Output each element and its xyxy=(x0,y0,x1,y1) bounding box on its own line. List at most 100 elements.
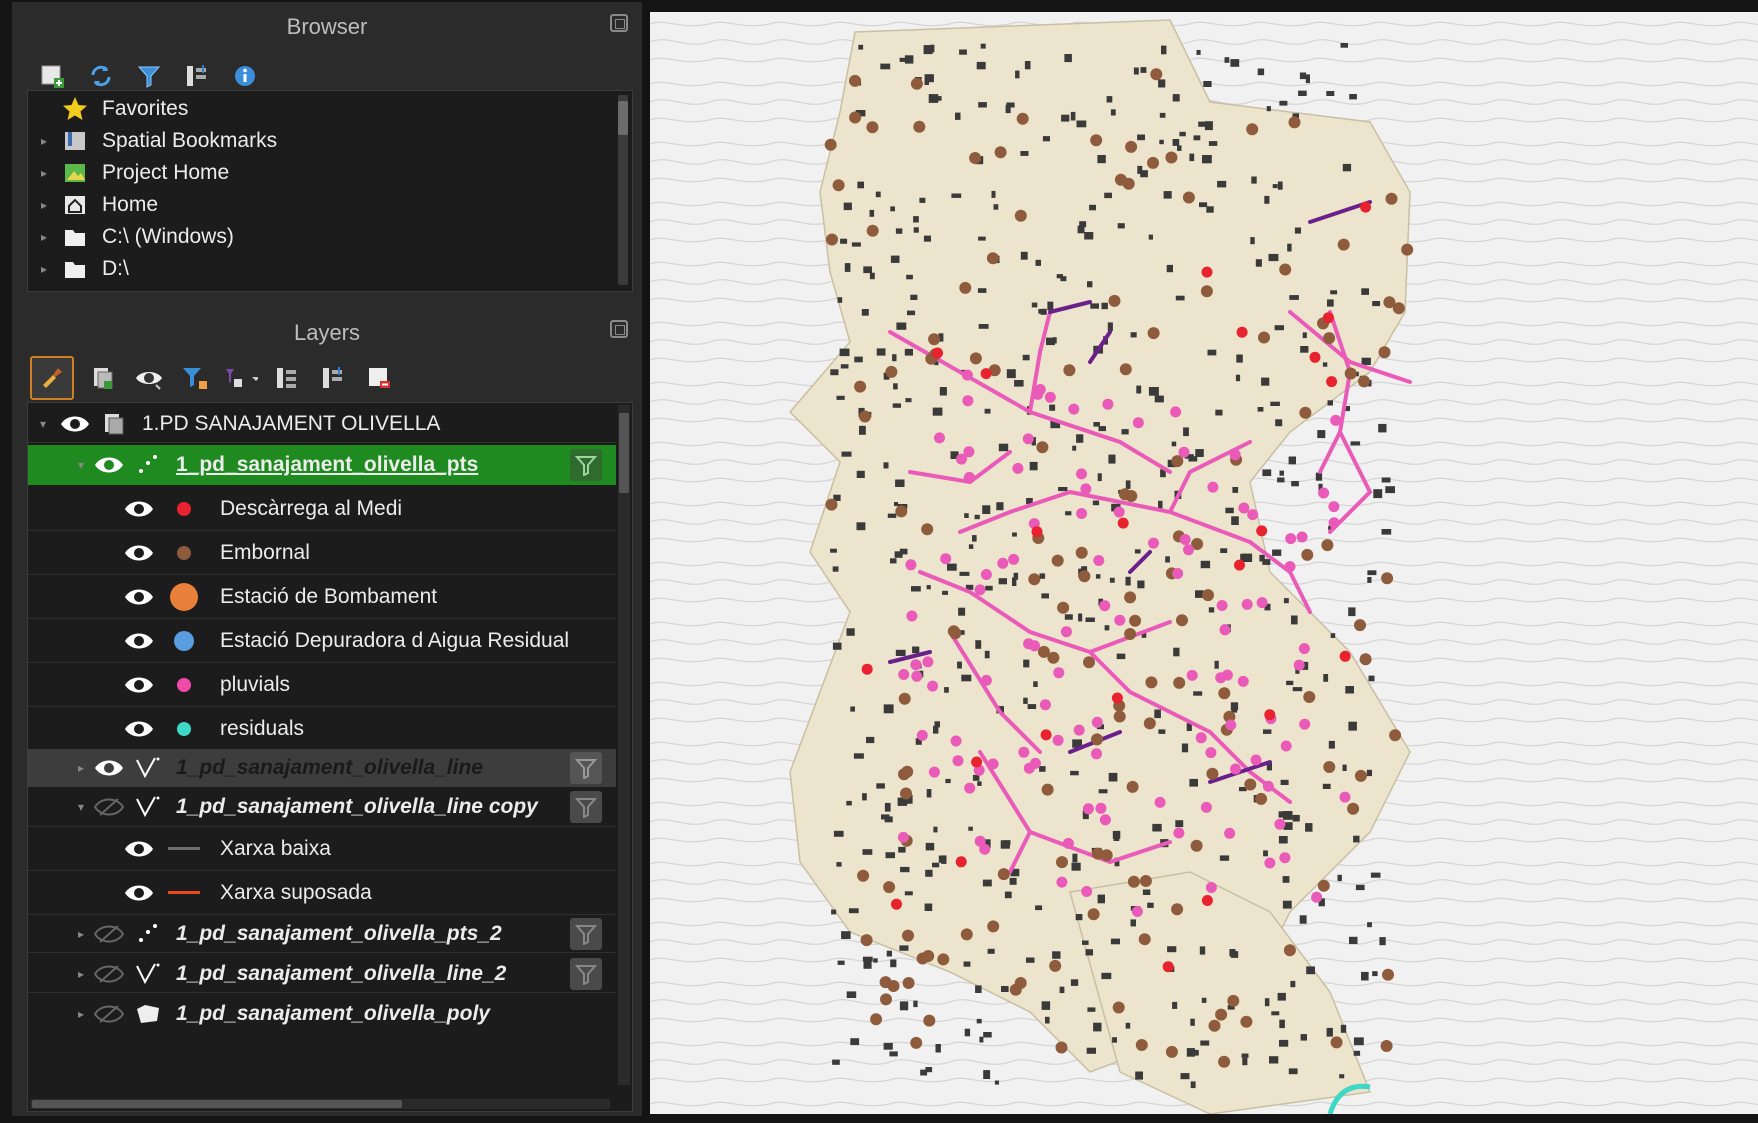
eye-icon[interactable] xyxy=(122,673,156,697)
expand-arrow[interactable]: ▸ xyxy=(28,166,60,180)
expand-arrow[interactable]: ▸ xyxy=(28,967,92,981)
browser-item-project-home[interactable]: ▸ Project Home xyxy=(28,157,632,189)
expand-arrow[interactable]: ▸ xyxy=(28,198,60,212)
building xyxy=(1294,227,1301,234)
expand-arrow[interactable]: ▸ xyxy=(28,761,92,775)
filter-indicator-icon[interactable] xyxy=(570,917,602,950)
undock-icon[interactable] xyxy=(610,14,628,32)
expand-arrow[interactable]: ▾ xyxy=(28,417,58,431)
legend-class-row[interactable]: Descàrrega al Medi xyxy=(28,487,616,531)
expand-arrow[interactable]: ▸ xyxy=(28,1007,92,1021)
remove-layer-icon[interactable] xyxy=(362,361,396,395)
collapse-all-icon[interactable] xyxy=(316,361,350,395)
eye-icon[interactable] xyxy=(92,453,126,477)
filter-expression-icon[interactable] xyxy=(224,361,258,395)
building xyxy=(851,242,861,247)
legend-class-row[interactable]: Xarxa baixa xyxy=(28,827,616,871)
scrollbar-thumb[interactable] xyxy=(619,413,629,493)
eye-icon[interactable] xyxy=(58,412,92,436)
filter-indicator-icon[interactable] xyxy=(570,957,602,990)
browser-item-favorites[interactable]: Favorites xyxy=(28,93,632,125)
pluvial-point xyxy=(1029,757,1041,769)
legend-class-row[interactable]: Embornal xyxy=(28,531,616,575)
building xyxy=(1367,577,1372,583)
layer-row-poly[interactable]: ▸ 1_pd_sanajament_olivella_poly xyxy=(28,995,616,1033)
building xyxy=(951,193,962,198)
add-layer-icon[interactable] xyxy=(36,59,70,93)
building xyxy=(1089,204,1096,211)
expand-arrow[interactable]: ▸ xyxy=(28,927,92,941)
eye-icon[interactable] xyxy=(92,756,126,780)
style-panel-icon[interactable] xyxy=(30,356,74,400)
eye-icon[interactable] xyxy=(122,585,156,609)
expand-arrow[interactable]: ▸ xyxy=(28,262,60,276)
expand-arrow[interactable]: ▸ xyxy=(28,230,60,244)
manhole-point xyxy=(1173,676,1186,689)
legend-class-row[interactable]: Estació Depuradora d Aigua Residual xyxy=(28,619,616,663)
filter-indicator-icon[interactable] xyxy=(570,790,602,823)
browser-item-c-drive[interactable]: ▸ C:\ (Windows) xyxy=(28,221,632,253)
collapse-all-icon[interactable] xyxy=(180,59,214,93)
manhole-point xyxy=(1014,977,1027,989)
legend-class-row[interactable]: residuals xyxy=(28,707,616,751)
expand-all-icon[interactable] xyxy=(270,361,304,395)
layer-tree-hscrollbar[interactable] xyxy=(30,1099,610,1109)
building xyxy=(1087,1007,1096,1012)
building xyxy=(1300,1034,1307,1041)
layer-row-line[interactable]: ▸ 1_pd_sanajament_olivella_line xyxy=(28,749,616,787)
pluvial-point xyxy=(1298,643,1310,655)
layer-tree-scrollbar[interactable] xyxy=(618,405,630,1085)
pluvial-point xyxy=(1262,780,1274,792)
layer-row-line-copy[interactable]: ▾ 1_pd_sanajament_olivella_line copy xyxy=(28,787,616,827)
scrollbar-thumb[interactable] xyxy=(32,1100,402,1108)
eye-icon[interactable] xyxy=(122,837,156,861)
eye-hidden-icon[interactable] xyxy=(92,962,126,986)
manage-visibility-icon[interactable] xyxy=(132,361,166,395)
map-canvas[interactable] xyxy=(650,12,1758,1114)
eye-icon[interactable] xyxy=(122,881,156,905)
building xyxy=(1230,951,1239,958)
undock-icon[interactable] xyxy=(610,320,628,338)
pluvial-point xyxy=(1056,876,1068,888)
browser-scrollbar[interactable] xyxy=(618,95,628,285)
legend-class-row[interactable]: Estació de Bombament xyxy=(28,575,616,619)
building xyxy=(832,642,842,650)
discharge-point xyxy=(1117,517,1129,529)
eye-hidden-icon[interactable] xyxy=(92,795,126,819)
legend-class-row[interactable]: pluvials xyxy=(28,663,616,707)
map-svg[interactable] xyxy=(650,12,1758,1114)
layer-group-row[interactable]: ▾ 1.PD SANAJAMENT OLIVELLA xyxy=(28,405,616,443)
info-icon[interactable] xyxy=(228,59,262,93)
manhole-point xyxy=(860,934,873,947)
layer-row-line2[interactable]: ▸ 1_pd_sanajament_olivella_line_2 xyxy=(28,955,616,993)
manhole-point xyxy=(959,281,972,294)
eye-icon[interactable] xyxy=(122,717,156,741)
legend-class-row[interactable]: Xarxa suposada xyxy=(28,871,616,915)
add-group-icon[interactable] xyxy=(86,361,120,395)
refresh-icon[interactable] xyxy=(84,59,118,93)
scrollbar-thumb[interactable] xyxy=(618,101,628,135)
eye-icon[interactable] xyxy=(122,541,156,565)
manhole-point xyxy=(1127,875,1140,888)
filter-icon[interactable] xyxy=(132,59,166,93)
browser-item-d-drive[interactable]: ▸ D:\ xyxy=(28,253,632,285)
pluvial-point xyxy=(928,766,940,778)
building xyxy=(831,909,837,915)
manhole-point xyxy=(1330,1036,1343,1049)
expand-arrow[interactable]: ▾ xyxy=(28,800,92,814)
building xyxy=(1058,487,1068,492)
eye-hidden-icon[interactable] xyxy=(92,1002,126,1026)
expand-arrow[interactable]: ▸ xyxy=(28,134,60,148)
eye-icon[interactable] xyxy=(122,497,156,521)
browser-item-spatial-bookmarks[interactable]: ▸ Spatial Bookmarks xyxy=(28,125,632,157)
filter-indicator-icon[interactable] xyxy=(570,752,602,784)
layer-row-pts[interactable]: ▾ 1_pd_sanajament_olivella_pts xyxy=(28,445,616,485)
filter-indicator-icon[interactable] xyxy=(570,449,602,481)
eye-icon[interactable] xyxy=(122,629,156,653)
layer-row-pts2[interactable]: ▸ 1_pd_sanajament_olivella_pts_2 xyxy=(28,915,616,953)
filter-legend-icon[interactable] xyxy=(178,361,212,395)
browser-item-home[interactable]: ▸ Home xyxy=(28,189,632,221)
expand-arrow[interactable]: ▾ xyxy=(28,458,92,472)
building xyxy=(1201,997,1207,1003)
eye-hidden-icon[interactable] xyxy=(92,922,126,946)
